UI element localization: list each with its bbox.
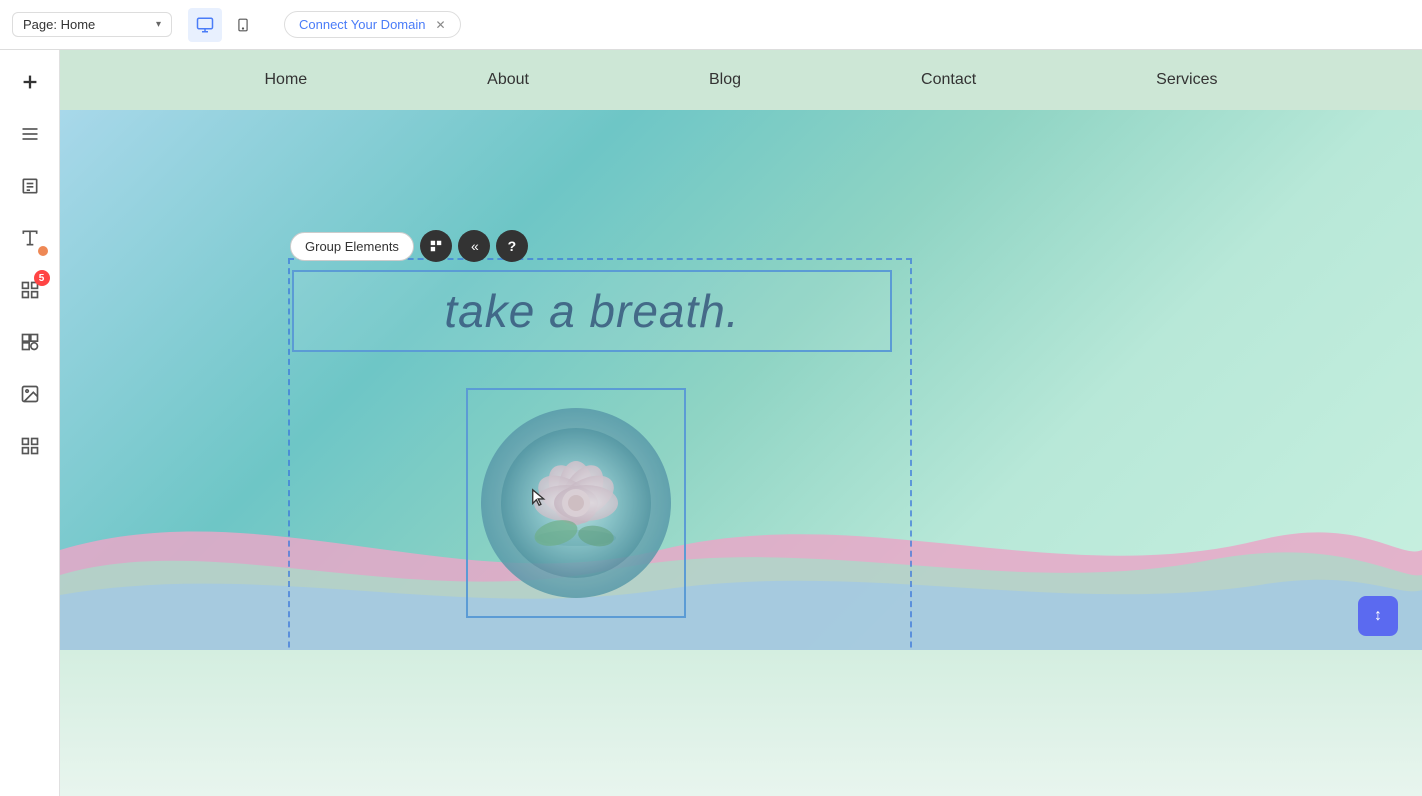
- lotus-circle-container: [481, 408, 671, 598]
- text-element-box[interactable]: take a breath.: [292, 270, 892, 352]
- site-nav: Home About Blog Contact Services: [60, 50, 1422, 110]
- help-icon-button[interactable]: ?: [496, 230, 528, 262]
- sidebar-add-icon[interactable]: [14, 66, 46, 98]
- scroll-icon: ↕: [1374, 607, 1382, 625]
- sidebar-apps-icon[interactable]: 5: [14, 274, 46, 306]
- hero-section: Group Elements « ?: [60, 110, 1422, 650]
- website-preview: Home About Blog Contact Services: [60, 50, 1422, 796]
- chevron-down-icon: ▾: [156, 19, 161, 30]
- page-selector-label: Page: Home: [23, 17, 95, 32]
- device-buttons: [188, 8, 260, 42]
- lotus-image: [468, 390, 684, 616]
- nav-item-home[interactable]: Home: [264, 71, 307, 89]
- apps-badge: 5: [34, 270, 50, 286]
- nav-item-contact[interactable]: Contact: [921, 71, 976, 89]
- scroll-to-top-button[interactable]: ↕: [1358, 596, 1398, 636]
- wave-container: [60, 430, 1422, 650]
- image-element-box[interactable]: [466, 388, 686, 618]
- page-selector[interactable]: Page: Home ▾: [12, 12, 172, 37]
- canvas-area: Home About Blog Contact Services: [60, 50, 1422, 796]
- left-sidebar: 5: [0, 50, 60, 796]
- close-icon[interactable]: ✕: [435, 18, 445, 32]
- mobile-view-button[interactable]: [226, 8, 260, 42]
- group-toolbar: Group Elements « ?: [290, 230, 528, 262]
- move-to-icon-button[interactable]: [420, 230, 452, 262]
- back-icon-button[interactable]: «: [458, 230, 490, 262]
- nav-item-about[interactable]: About: [487, 71, 529, 89]
- sidebar-text-icon[interactable]: [14, 222, 46, 254]
- footer-area: [60, 650, 1422, 796]
- main-layout: 5 Home About Bl: [0, 50, 1422, 796]
- nav-item-blog[interactable]: Blog: [709, 71, 741, 89]
- hero-heading: take a breath.: [444, 284, 739, 338]
- sidebar-elements-icon[interactable]: [14, 326, 46, 358]
- domain-tab[interactable]: Connect Your Domain ✕: [284, 11, 461, 38]
- nav-item-services[interactable]: Services: [1156, 71, 1217, 89]
- top-bar: Page: Home ▾ Connect Your Domain ✕: [0, 0, 1422, 50]
- sidebar-layers-icon[interactable]: [14, 118, 46, 150]
- group-elements-button[interactable]: Group Elements: [290, 232, 414, 261]
- domain-tab-label: Connect Your Domain: [299, 17, 425, 32]
- sidebar-pages-icon[interactable]: [14, 170, 46, 202]
- sidebar-media-icon[interactable]: [14, 378, 46, 410]
- desktop-view-button[interactable]: [188, 8, 222, 42]
- sidebar-grid-icon[interactable]: [14, 430, 46, 462]
